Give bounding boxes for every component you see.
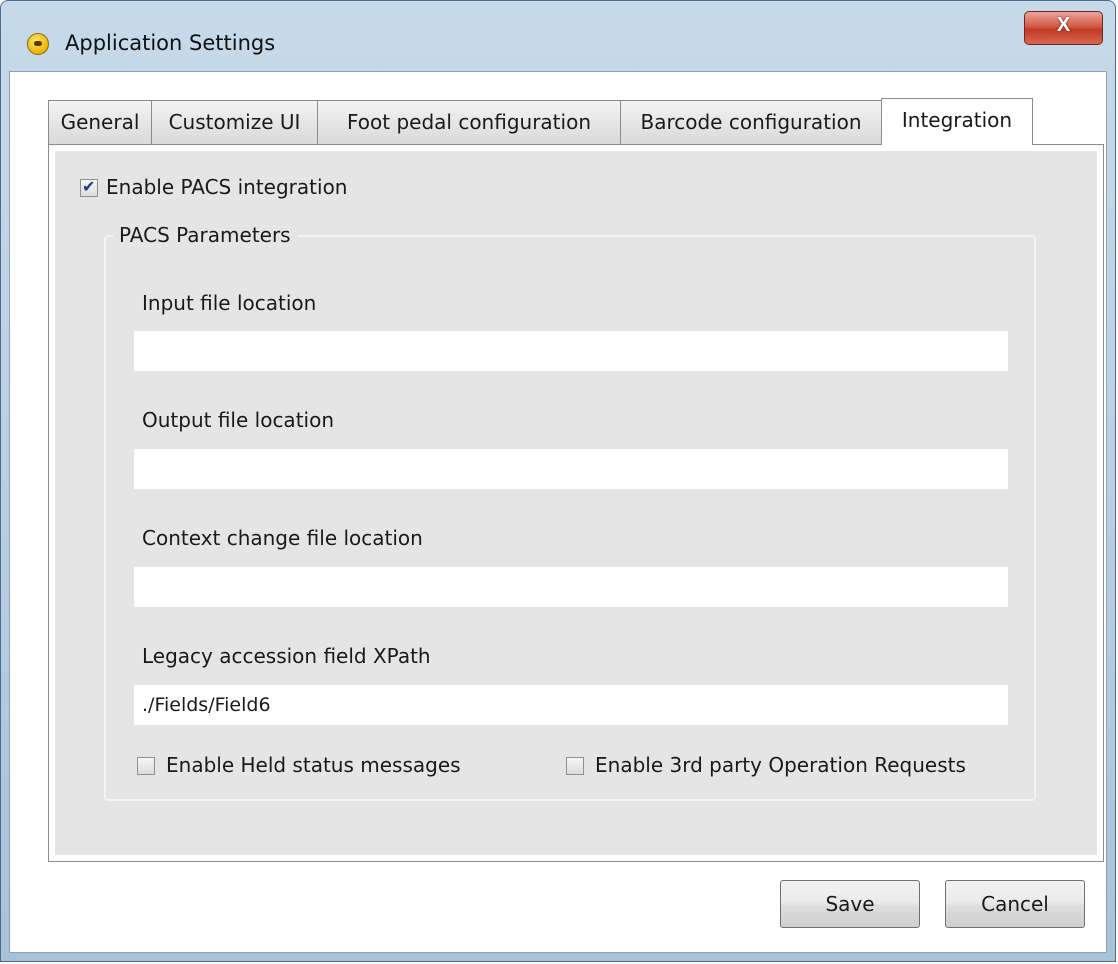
enable-third-party-checkbox[interactable] [566,757,584,775]
input-file-location-label: Input file location [142,291,317,315]
enable-held-status-label: Enable Held status messages [166,753,461,777]
tab-customize-ui[interactable]: Customize UI [151,100,318,144]
input-file-location-field[interactable] [134,331,1008,371]
close-icon: X [1056,14,1071,36]
enable-pacs-checkbox[interactable] [80,177,98,197]
enable-held-status-checkbox[interactable] [137,757,155,775]
app-icon [27,33,49,55]
save-button[interactable]: Save [780,880,920,928]
context-change-file-location-label: Context change file location [142,526,423,550]
output-file-location-field[interactable] [134,449,1008,489]
output-file-location-label: Output file location [142,408,335,432]
context-change-file-location-field[interactable] [134,567,1008,607]
settings-window: Application Settings X General Customize… [0,0,1116,962]
enable-pacs-label: Enable PACS integration [106,175,348,199]
legacy-accession-xpath-label: Legacy accession field XPath [142,644,431,668]
tab-foot-pedal-configuration[interactable]: Foot pedal configuration [317,100,621,144]
window-title: Application Settings [65,31,276,55]
dialog-client-area: General Customize UI Foot pedal configur… [9,71,1107,953]
legacy-accession-xpath-field[interactable] [134,685,1008,725]
tab-barcode-configuration[interactable]: Barcode configuration [620,100,882,144]
tab-general[interactable]: General [48,100,152,144]
integration-tab-panel: Enable PACS integration PACS Parameters … [48,144,1104,862]
integration-panel-content: Enable PACS integration PACS Parameters … [55,151,1097,855]
pacs-parameters-title: PACS Parameters [113,223,297,247]
enable-third-party-label: Enable 3rd party Operation Requests [595,753,966,777]
cancel-button[interactable]: Cancel [945,880,1085,928]
close-button[interactable]: X [1024,11,1103,45]
title-bar[interactable]: Application Settings X [1,1,1115,71]
tab-integration[interactable]: Integration [881,98,1033,145]
